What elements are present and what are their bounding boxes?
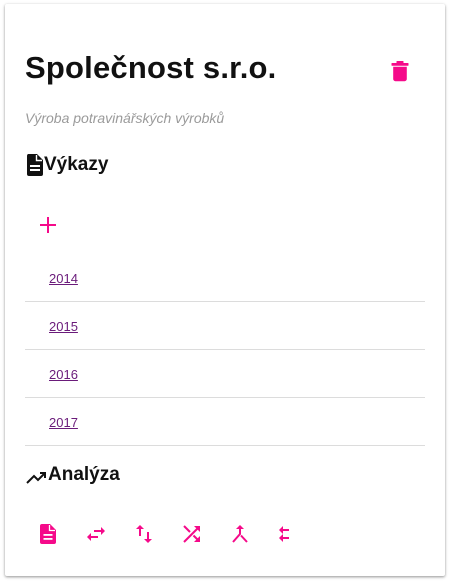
report-link-2015[interactable]: 2015: [49, 319, 78, 334]
reports-heading: Výkazy: [26, 154, 108, 176]
compare-arrows-button[interactable]: [275, 521, 301, 547]
document-icon: [26, 154, 44, 176]
merge-icon: [231, 525, 249, 543]
shuffle-icon: [183, 525, 201, 543]
swap-vertical-button[interactable]: [131, 521, 157, 547]
analysis-heading-label: Analýza: [48, 464, 120, 485]
add-report-button[interactable]: [35, 212, 61, 238]
list-item: 2015: [25, 302, 425, 350]
company-description: Výroba potravinářských výrobků: [25, 110, 225, 126]
plus-icon: [40, 217, 56, 233]
shuffle-button[interactable]: [179, 521, 205, 547]
swap-horiz-icon: [86, 526, 106, 542]
trending-up-icon: [26, 470, 48, 486]
compare-arrows-icon: [277, 526, 299, 542]
list-item: 2014: [25, 254, 425, 302]
trash-icon: [390, 60, 410, 82]
company-card: Společnost s.r.o. Výroba potravinářských…: [5, 4, 445, 576]
report-year-list: 2014 2015 2016 2017: [25, 254, 425, 446]
list-item: 2017: [25, 398, 425, 446]
merge-button[interactable]: [227, 521, 253, 547]
company-title: Společnost s.r.o.: [25, 50, 277, 85]
swap-horizontal-button[interactable]: [83, 521, 109, 547]
analysis-heading: Analýza: [26, 464, 120, 486]
swap-vert-icon: [136, 524, 152, 544]
report-link-2017[interactable]: 2017: [49, 415, 78, 430]
description-button[interactable]: [35, 521, 61, 547]
analysis-toolbar: [35, 521, 301, 547]
report-link-2016[interactable]: 2016: [49, 367, 78, 382]
description-icon: [40, 524, 56, 544]
list-item: 2016: [25, 350, 425, 398]
reports-heading-label: Výkazy: [44, 154, 109, 175]
report-link-2014[interactable]: 2014: [49, 271, 78, 286]
delete-button[interactable]: [383, 54, 417, 88]
